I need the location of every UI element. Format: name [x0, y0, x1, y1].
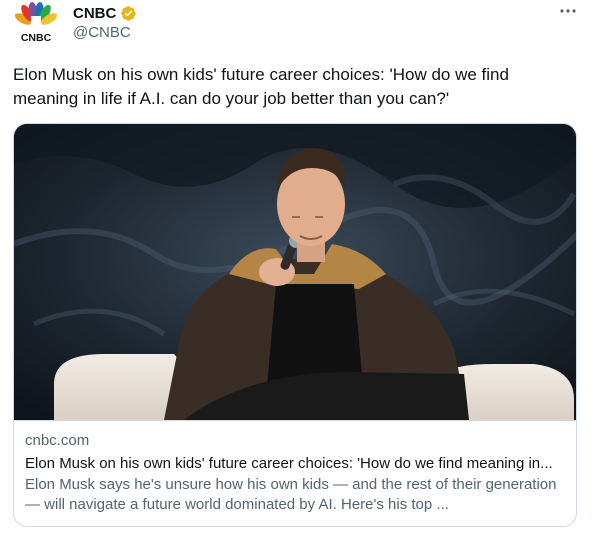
- card-image[interactable]: [14, 124, 577, 420]
- card-title: Elon Musk on his own kids' future career…: [25, 455, 553, 472]
- author-name[interactable]: CNBC: [73, 5, 116, 22]
- link-card[interactable]: cnbc.com Elon Musk on his own kids' futu…: [13, 123, 577, 527]
- cnbc-peacock-logo: [14, 2, 58, 28]
- card-description: Elon Musk says he's unsure how his own k…: [25, 476, 557, 513]
- tweet: CNBC CNBC @CNBC Elon Musk on his own kid…: [0, 0, 593, 537]
- tweet-text: Elon Musk on his own kids' future career…: [13, 65, 509, 108]
- logo-text: CNBC: [21, 32, 52, 44]
- avatar[interactable]: CNBC: [14, 2, 58, 46]
- author-handle[interactable]: @CNBC: [73, 24, 131, 41]
- author-name-row: CNBC: [73, 3, 137, 23]
- card-domain: cnbc.com: [25, 432, 90, 449]
- verified-badge-icon: [121, 5, 137, 21]
- card-meta[interactable]: cnbc.com Elon Musk on his own kids' futu…: [14, 420, 576, 526]
- more-horizontal-icon[interactable]: [556, 2, 580, 20]
